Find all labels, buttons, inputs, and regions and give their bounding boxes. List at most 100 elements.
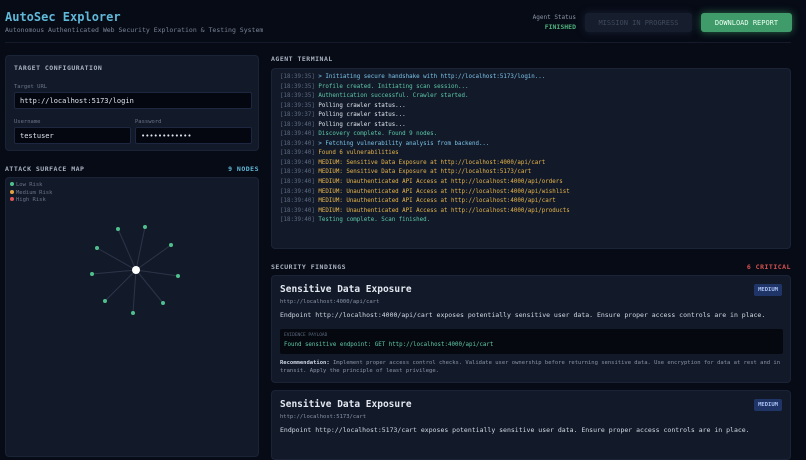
terminal-line: [18:39:40] MEDIUM: Sensitive Data Exposu… bbox=[280, 159, 782, 169]
log-message: MEDIUM: Unauthenticated API Access at ht… bbox=[318, 179, 563, 186]
graph-node[interactable] bbox=[176, 274, 180, 278]
evidence-payload: Found sensitive endpoint: GET http://loc… bbox=[284, 342, 494, 348]
severity-badge: MEDIUM bbox=[754, 399, 782, 411]
timestamp: [18:39:40] bbox=[280, 131, 315, 138]
finding-url: http://localhost:5173/cart bbox=[280, 414, 367, 420]
finding-title: Sensitive Data Exposure bbox=[280, 399, 412, 410]
agent-terminal: [18:39:35] > Initiating secure handshake… bbox=[271, 68, 791, 249]
agent-status-value: FINISHED bbox=[544, 23, 576, 31]
finding-description: Endpoint http://localhost:4000/api/cart … bbox=[280, 311, 766, 319]
log-message: MEDIUM: Unauthenticated API Access at ht… bbox=[318, 188, 570, 195]
agent-status-label: Agent Status bbox=[532, 14, 576, 21]
log-message: > Initiating secure handshake with http:… bbox=[318, 74, 546, 80]
timestamp: [18:39:37] bbox=[280, 112, 315, 119]
graph-node[interactable] bbox=[169, 243, 173, 247]
log-message: MEDIUM: Unauthenticated API Access at ht… bbox=[318, 198, 556, 205]
target-url-input[interactable] bbox=[14, 92, 252, 109]
graph-edge bbox=[135, 269, 164, 304]
timestamp: [18:39:40] bbox=[280, 140, 315, 147]
mission-status-button[interactable]: MISSION IN PROGRESS bbox=[585, 13, 692, 32]
app-subtitle: Autonomous Authenticated Web Security Ex… bbox=[5, 26, 264, 34]
header-divider bbox=[5, 42, 791, 43]
graph-node[interactable] bbox=[116, 227, 120, 231]
attack-surface-map: Low Risk Medium Risk High Risk bbox=[5, 177, 259, 457]
log-message: Authentication successful. Crawler start… bbox=[318, 93, 469, 100]
finding-description: Endpoint http://localhost:5173/cart expo… bbox=[280, 426, 750, 434]
recommendation-text: Implement proper access control checks. … bbox=[280, 360, 781, 374]
terminal-line: [18:39:40] Found 6 vulnerabilities bbox=[280, 149, 782, 159]
terminal-line: [18:39:40] Testing complete. Scan finish… bbox=[280, 216, 782, 226]
log-message: Discovery complete. Found 9 nodes. bbox=[318, 131, 438, 138]
timestamp: [18:39:40] bbox=[280, 169, 315, 176]
timestamp: [18:39:40] bbox=[280, 159, 315, 166]
graph-edge bbox=[135, 226, 146, 271]
graph-node[interactable] bbox=[90, 272, 94, 276]
recommendation-label: Recommendation: bbox=[280, 360, 330, 366]
log-message: Polling crawler status... bbox=[318, 102, 406, 109]
terminal-line: [18:39:35] Authentication successful. Cr… bbox=[280, 92, 782, 102]
node-count: 9 NODES bbox=[228, 165, 259, 173]
graph-edge bbox=[96, 247, 137, 271]
recommendation: Recommendation: Implement proper access … bbox=[280, 359, 780, 375]
finding-title: Sensitive Data Exposure bbox=[280, 284, 412, 295]
timestamp: [18:39:40] bbox=[280, 217, 315, 224]
attack-graph[interactable] bbox=[6, 178, 260, 458]
terminal-line: [18:39:40] MEDIUM: Sensitive Data Exposu… bbox=[280, 168, 782, 178]
root-node[interactable] bbox=[132, 266, 140, 274]
terminal-title: AGENT TERMINAL bbox=[271, 55, 333, 63]
log-message: MEDIUM: Sensitive Data Exposure at http:… bbox=[318, 159, 546, 166]
password-label: Password bbox=[135, 119, 162, 125]
evidence-box: EVIDENCE PAYLOAD Found sensitive endpoin… bbox=[280, 329, 783, 354]
graph-node[interactable] bbox=[103, 299, 107, 303]
timestamp: [18:39:35] bbox=[280, 74, 315, 80]
log-message: Found 6 vulnerabilities bbox=[318, 150, 399, 157]
severity-badge: MEDIUM bbox=[754, 284, 782, 296]
graph-edge bbox=[135, 269, 179, 277]
graph-node[interactable] bbox=[161, 301, 165, 305]
timestamp: [18:39:40] bbox=[280, 207, 315, 214]
username-input[interactable] bbox=[14, 127, 131, 144]
attack-surface-title: ATTACK SURFACE MAP bbox=[5, 165, 85, 173]
terminal-line: [18:39:35] Profile created. Initiating s… bbox=[280, 83, 782, 93]
log-message: MEDIUM: Unauthenticated API Access at ht… bbox=[318, 207, 570, 214]
finding-card[interactable]: Sensitive Data Exposure MEDIUM http://lo… bbox=[271, 275, 791, 383]
terminal-line: [18:39:40] MEDIUM: Unauthenticated API A… bbox=[280, 178, 782, 188]
timestamp: [18:39:40] bbox=[280, 198, 315, 205]
critical-count: 6 CRITICAL bbox=[746, 263, 791, 271]
log-message: Testing complete. Scan finished. bbox=[318, 217, 431, 224]
terminal-line: [18:39:40] > Fetching vulnerability anal… bbox=[280, 140, 782, 150]
url-label: Target URL bbox=[14, 84, 48, 90]
graph-edge bbox=[91, 269, 137, 275]
log-message: Polling crawler status... bbox=[318, 112, 406, 119]
log-message: Profile created. Initiating scan session… bbox=[318, 83, 469, 90]
password-input[interactable] bbox=[135, 127, 252, 144]
terminal-line: [18:39:40] MEDIUM: Unauthenticated API A… bbox=[280, 197, 782, 207]
target-configuration-panel: TARGET CONFIGURATION Target URL Username… bbox=[5, 55, 259, 151]
graph-node[interactable] bbox=[143, 225, 147, 229]
terminal-line: [18:39:35] Polling crawler status... bbox=[280, 102, 782, 112]
finding-card[interactable]: Sensitive Data Exposure MEDIUM http://lo… bbox=[271, 390, 791, 460]
graph-node[interactable] bbox=[131, 311, 135, 315]
timestamp: [18:39:35] bbox=[280, 102, 315, 109]
graph-edge bbox=[104, 269, 137, 302]
timestamp: [18:39:35] bbox=[280, 83, 315, 90]
log-message: Polling crawler status... bbox=[318, 121, 406, 128]
timestamp: [18:39:40] bbox=[280, 188, 315, 195]
config-title: TARGET CONFIGURATION bbox=[14, 64, 103, 72]
timestamp: [18:39:40] bbox=[280, 150, 315, 157]
graph-edge bbox=[135, 244, 172, 271]
graph-node[interactable] bbox=[95, 246, 99, 250]
terminal-line: [18:39:40] Discovery complete. Found 9 n… bbox=[280, 130, 782, 140]
timestamp: [18:39:40] bbox=[280, 179, 315, 186]
terminal-line: [18:39:40] MEDIUM: Unauthenticated API A… bbox=[280, 207, 782, 217]
timestamp: [18:39:35] bbox=[280, 93, 315, 100]
finding-url: http://localhost:4000/api/cart bbox=[280, 299, 380, 305]
graph-edge bbox=[117, 228, 137, 271]
findings-title: SECURITY FINDINGS bbox=[271, 263, 347, 271]
evidence-label: EVIDENCE PAYLOAD bbox=[284, 333, 328, 338]
download-report-button[interactable]: DOWNLOAD REPORT bbox=[701, 13, 792, 32]
app-title: AutoSec Explorer bbox=[5, 10, 121, 24]
terminal-line: [18:39:37] Polling crawler status... bbox=[280, 111, 782, 121]
graph-edge bbox=[132, 269, 137, 314]
terminal-line: [18:39:35] > Initiating secure handshake… bbox=[280, 73, 782, 83]
